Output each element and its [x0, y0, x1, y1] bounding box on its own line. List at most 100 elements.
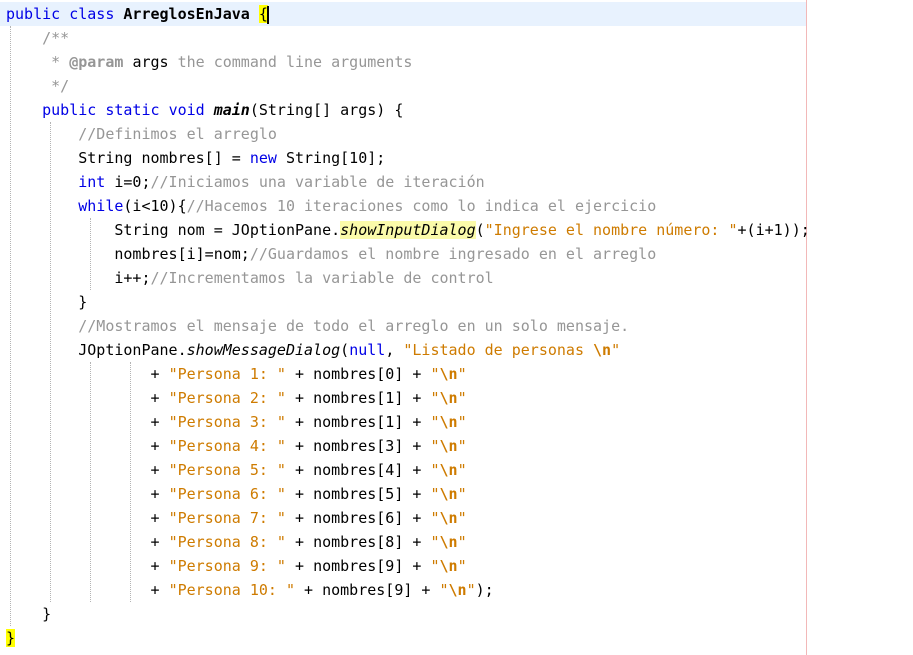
persona-label: "Persona 6: ": [168, 485, 286, 503]
javadoc-open: /**: [42, 29, 70, 47]
code-line-javadoc-param[interactable]: * @param args the command line arguments: [6, 50, 412, 74]
code-line-javadoc-close[interactable]: */: [6, 74, 69, 98]
code-line-persona[interactable]: + "Persona 1: " + nombres[0] + "\n": [6, 362, 467, 386]
code-line-persona[interactable]: + "Persona 6: " + nombres[5] + "\n": [6, 482, 467, 506]
code-line-persona[interactable]: + "Persona 5: " + nombres[4] + "\n": [6, 458, 467, 482]
code-line-while-close[interactable]: }: [6, 290, 87, 314]
code-line-method-close[interactable]: }: [6, 602, 51, 626]
escape-newline: \n: [439, 557, 458, 575]
string-quote: ": [430, 557, 440, 575]
code-line-javadoc-open[interactable]: /**: [6, 26, 69, 50]
method-show-input-dialog: showInputDialog: [340, 221, 476, 239]
array-ref: nombres[9]: [313, 557, 404, 575]
array-declaration: String nombres[] =: [78, 149, 250, 167]
concat-operator: +: [403, 365, 431, 383]
escape-newline: \n: [439, 533, 458, 551]
int-decl: i=0;: [114, 173, 151, 191]
string-quote: ": [430, 389, 440, 407]
code-line-array-declaration[interactable]: String nombres[] = new String[10];: [6, 146, 385, 170]
concat-operator: +: [403, 557, 431, 575]
keyword-class: class: [69, 5, 115, 23]
persona-label: "Persona 8: ": [168, 533, 286, 551]
array-ref: nombres[0]: [313, 365, 404, 383]
javadoc-close: */: [51, 77, 70, 95]
concat-operator: +: [285, 557, 314, 575]
persona-label: "Persona 3: ": [168, 413, 286, 431]
while-condition: (i<10){: [123, 197, 187, 215]
method-params: (String[] args) {: [249, 101, 404, 119]
plus-operator: +: [150, 413, 169, 431]
concat-operator: +: [403, 509, 431, 527]
concat-operator: +: [403, 437, 431, 455]
array-init: String[10];: [285, 149, 386, 167]
string-quote: ": [430, 485, 440, 503]
string-quote: ": [457, 533, 467, 551]
close-brace: }: [78, 293, 88, 311]
code-line-class-close[interactable]: }: [6, 626, 16, 650]
code-line-assign[interactable]: nombres[i]=nom;//Guardamos el nombre ing…: [6, 242, 656, 266]
right-margin-line: [806, 0, 807, 655]
escape-newline: \n: [439, 413, 458, 431]
increment-statement: i++;: [114, 269, 151, 287]
comment: //Guardamos el nombre ingresado en el ar…: [249, 245, 657, 263]
code-line-persona[interactable]: + "Persona 8: " + nombres[8] + "\n": [6, 530, 467, 554]
plus-operator: +: [150, 581, 169, 599]
escape-newline: \n: [439, 485, 458, 503]
code-line-persona[interactable]: + "Persona 2: " + nombres[1] + "\n": [6, 386, 467, 410]
input-prefix: String nom = JOptionPane.: [114, 221, 341, 239]
persona-label: "Persona 9: ": [168, 557, 286, 575]
comma: ,: [385, 341, 404, 359]
persona-label: "Persona 4: ": [168, 437, 286, 455]
keyword-void: void: [168, 101, 205, 119]
code-line-persona[interactable]: + "Persona 9: " + nombres[9] + "\n": [6, 554, 467, 578]
string-quote: ": [457, 485, 467, 503]
array-ref: nombres[8]: [313, 533, 404, 551]
code-line-increment[interactable]: i++;//Incrementamos la variable de contr…: [6, 266, 494, 290]
method-show-message-dialog: showMessageDialog: [186, 341, 341, 359]
method-name-main: main: [213, 101, 250, 119]
plus-operator: +: [150, 365, 169, 383]
keyword-public: public: [6, 5, 61, 23]
javadoc-text: the command line arguments: [177, 53, 413, 71]
string-quote: ": [430, 365, 440, 383]
concat-operator: +: [285, 413, 314, 431]
message-prefix: JOptionPane.: [78, 341, 187, 359]
code-line-message-dialog[interactable]: JOptionPane.showMessageDialog(null, "Lis…: [6, 338, 620, 362]
text-caret: [266, 5, 269, 24]
escape-newline: \n: [448, 581, 467, 599]
escape-newline: \n: [593, 341, 612, 359]
string-quote: ": [457, 437, 467, 455]
persona-label: "Persona 10: ": [168, 581, 295, 599]
code-line-persona-last[interactable]: + "Persona 10: " + nombres[9] + "\n");: [6, 578, 494, 602]
persona-label: "Persona 5: ": [168, 461, 286, 479]
code-line-comment-show[interactable]: //Mostramos el mensaje de todo el arregl…: [6, 314, 629, 338]
class-name: ArreglosEnJava: [123, 5, 250, 23]
code-line-class-declaration[interactable]: public class ArreglosEnJava {: [6, 2, 269, 26]
matched-close-brace: }: [6, 629, 16, 647]
code-line-persona[interactable]: + "Persona 4: " + nombres[3] + "\n": [6, 434, 467, 458]
keyword-int: int: [78, 173, 106, 191]
code-editor[interactable]: public class ArreglosEnJava { /** * @par…: [0, 0, 913, 655]
code-line-while[interactable]: while(i<10){//Hacemos 10 iteraciones com…: [6, 194, 656, 218]
escape-newline: \n: [439, 509, 458, 527]
concat-operator: +: [403, 461, 431, 479]
code-line-main-signature[interactable]: public static void main(String[] args) {: [6, 98, 403, 122]
concat-operator: +: [403, 389, 431, 407]
keyword-new: new: [249, 149, 277, 167]
code-line-persona[interactable]: + "Persona 3: " + nombres[1] + "\n": [6, 410, 467, 434]
persona-label: "Persona 2: ": [168, 389, 286, 407]
comment: //Incrementamos la variable de control: [150, 269, 494, 287]
code-line-int-declaration[interactable]: int i=0;//Iniciamos una variable de iter…: [6, 170, 484, 194]
code-line-input-dialog[interactable]: String nom = JOptionPane.showInputDialog…: [6, 218, 810, 242]
keyword-static: static: [105, 101, 160, 119]
javadoc-tag: @param: [69, 53, 124, 71]
concat-operator: +: [295, 581, 323, 599]
string-quote: ": [430, 461, 440, 479]
keyword-while: while: [78, 197, 124, 215]
javadoc-star: *: [51, 53, 61, 71]
concat-operator: +: [285, 389, 314, 407]
input-suffix: +(i+1));: [737, 221, 810, 239]
string-quote: ": [457, 413, 467, 431]
code-line-comment-define[interactable]: //Definimos el arreglo: [6, 122, 277, 146]
code-line-persona[interactable]: + "Persona 7: " + nombres[6] + "\n": [6, 506, 467, 530]
